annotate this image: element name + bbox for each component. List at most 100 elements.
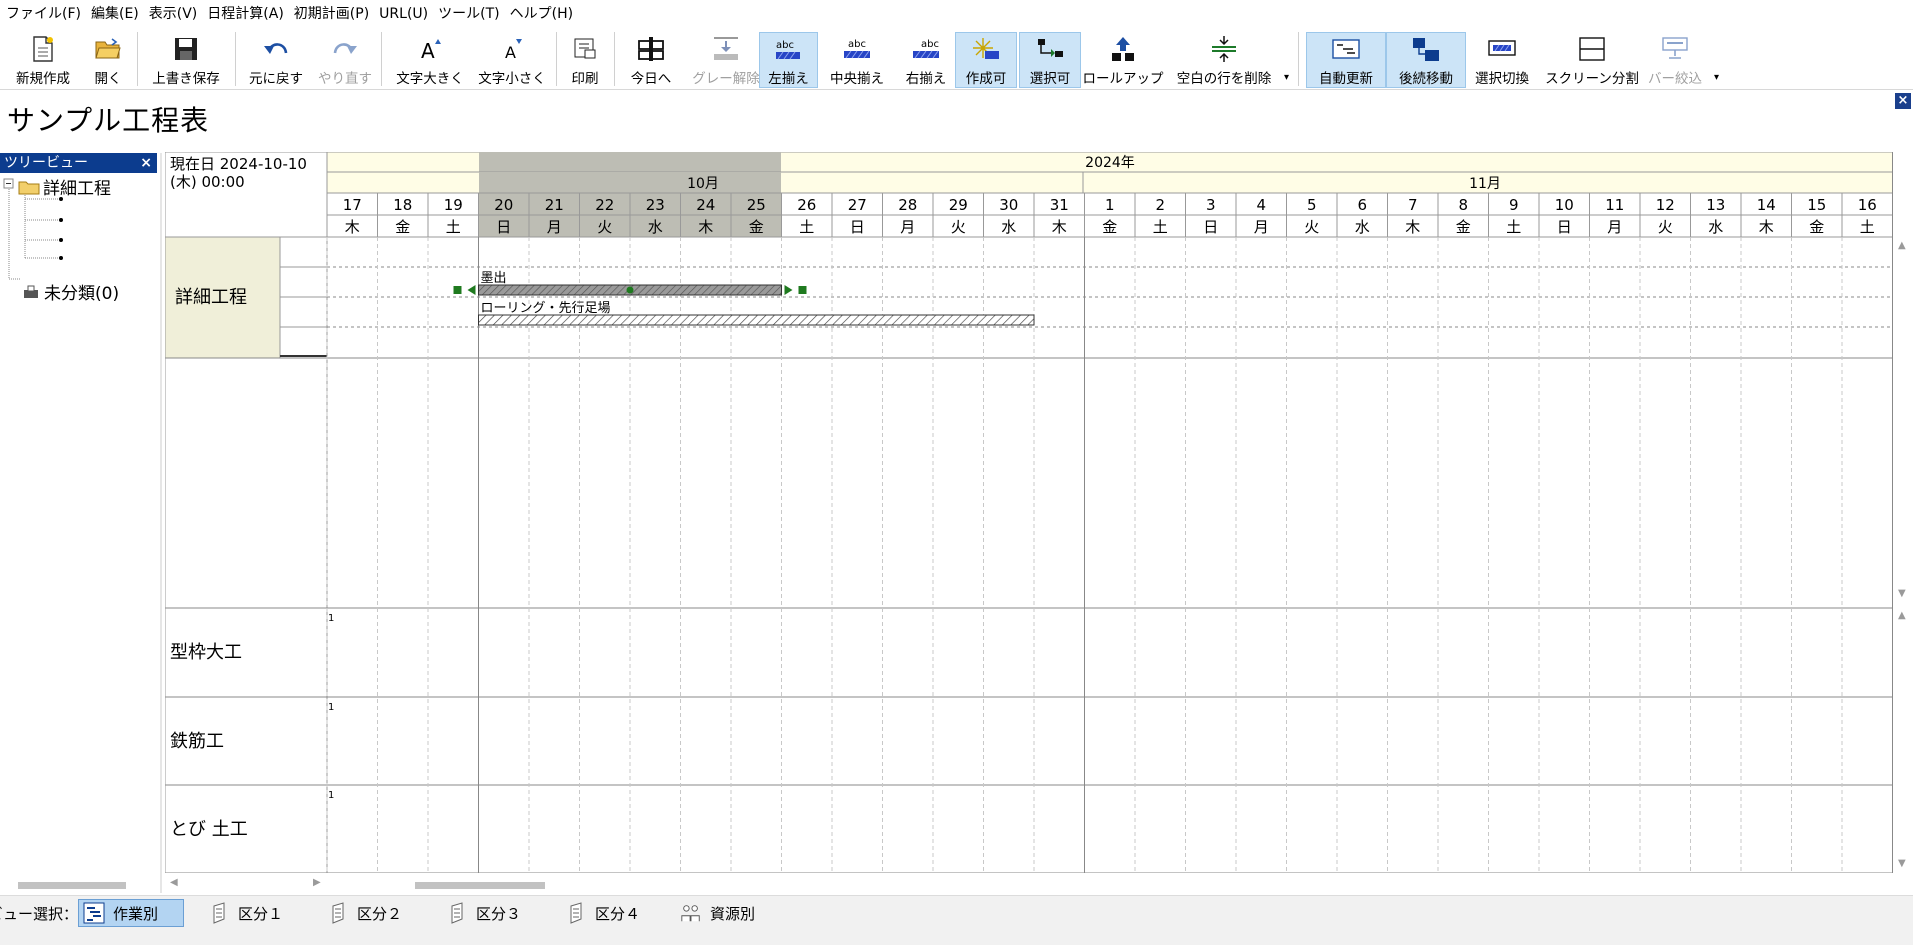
tab-category-4[interactable]: 区分４: [561, 899, 646, 927]
menu-view[interactable]: 表示(V): [147, 0, 206, 28]
follow-move-button[interactable]: 後続移動: [1386, 32, 1466, 88]
splitter[interactable]: [160, 153, 162, 893]
category-icon: [565, 902, 587, 924]
menu-initial-plan[interactable]: 初期計画(P): [292, 0, 377, 28]
tab-by-resource[interactable]: 資源別: [676, 899, 761, 927]
weekday-label: 日: [850, 218, 865, 236]
font-larger-button[interactable]: A 文字大きく: [392, 32, 468, 88]
scroll-right-icon[interactable]: ▶: [313, 877, 321, 888]
day-number: 29: [949, 196, 968, 214]
font-smaller-button[interactable]: A 文字小さく: [474, 32, 550, 88]
resource-name: 型枠大工: [170, 642, 242, 663]
create-mode-button[interactable]: 作成可: [955, 32, 1017, 88]
scroll-down-icon[interactable]: ▼: [1898, 858, 1906, 869]
menu-edit[interactable]: 編集(E): [89, 0, 147, 28]
menu-help[interactable]: ヘルプ(H): [508, 0, 581, 28]
align-center-bar-icon: abc: [841, 34, 873, 64]
task-bar[interactable]: [478, 314, 1035, 326]
print-button[interactable]: 印刷: [564, 32, 606, 88]
toolbar-overflow-icon[interactable]: ▾: [1714, 72, 1719, 83]
align-right-button[interactable]: abc 右揃え: [898, 32, 954, 88]
save-button[interactable]: 上書き保存: [145, 32, 227, 88]
menu-url[interactable]: URL(U): [377, 0, 436, 28]
auto-update-button[interactable]: 自動更新: [1306, 32, 1386, 88]
day-number: 4: [1256, 196, 1266, 214]
tab-category-2[interactable]: 区分２: [323, 899, 408, 927]
tab-by-task[interactable]: 作業別: [78, 899, 184, 927]
bar-filter-button[interactable]: バー絞込: [1644, 32, 1706, 88]
day-number: 17: [343, 196, 362, 214]
today-button[interactable]: 今日へ: [622, 32, 680, 88]
resource-name: とび 土工: [170, 819, 248, 840]
undo-button[interactable]: 元に戻す: [243, 32, 309, 88]
redo-button[interactable]: やり直す: [316, 32, 374, 88]
tab-category-1[interactable]: 区分１: [204, 899, 289, 927]
weekday-label: 土: [446, 218, 461, 236]
font-increase-icon: A: [414, 34, 446, 64]
weekday-label: 月: [1254, 218, 1269, 236]
drag-handle-icon[interactable]: [798, 286, 807, 294]
weekday-label: 火: [1304, 218, 1319, 236]
current-time: (木) 00:00: [170, 173, 245, 191]
menu-tools[interactable]: ツール(T): [436, 0, 507, 28]
weekday-label: 土: [1860, 218, 1875, 236]
uncategorized-icon: [24, 285, 38, 298]
open-button[interactable]: 開く: [88, 32, 128, 88]
menu-file[interactable]: ファイル(F): [4, 0, 89, 28]
redo-arrow-icon: [329, 34, 361, 64]
drag-handle-icon[interactable]: [453, 286, 462, 294]
toolbar-separator: [137, 32, 138, 86]
day-number: 28: [898, 196, 917, 214]
view-select-label: ビュー選択：: [0, 905, 79, 923]
delete-blank-rows-button[interactable]: 空白の行を削除: [1172, 32, 1276, 88]
weekday-label: 水: [1001, 218, 1016, 236]
svg-text:abc: abc: [921, 39, 939, 50]
gray-clear-icon: [710, 34, 742, 64]
resize-right-icon[interactable]: [784, 285, 793, 295]
rollup-button[interactable]: ロールアップ: [1083, 32, 1164, 88]
scroll-left-icon[interactable]: ◀: [170, 877, 178, 888]
tab-category-3[interactable]: 区分３: [442, 899, 527, 927]
close-icon[interactable]: ×: [1895, 93, 1911, 109]
screen-split-button[interactable]: スクリーン分割: [1545, 32, 1639, 88]
day-number: 21: [545, 196, 564, 214]
horizontal-scrollbar[interactable]: ◀ ▶: [165, 874, 1893, 894]
tree-horizontal-scrollbar[interactable]: [18, 882, 126, 889]
select-mode-button[interactable]: 選択可: [1019, 32, 1081, 88]
tree-close-icon[interactable]: ×: [140, 153, 152, 173]
horizontal-scroll-thumb[interactable]: [415, 882, 545, 889]
toolbar-separator: [556, 32, 557, 86]
day-number: 14: [1757, 196, 1776, 214]
select-switch-button[interactable]: 選択切換: [1470, 32, 1534, 88]
new-document-icon: [27, 34, 59, 64]
weekday-label: 金: [1809, 218, 1824, 236]
scroll-up-icon[interactable]: ▲: [1898, 240, 1906, 251]
vertical-scrollbar[interactable]: ▲ ▼ ▲ ▼: [1893, 236, 1913, 876]
day-number: 2: [1155, 196, 1165, 214]
day-number: 9: [1509, 196, 1519, 214]
new-button[interactable]: 新規作成: [8, 32, 78, 88]
tree-item-detail[interactable]: 詳細工程: [18, 174, 111, 199]
tree-item-uncategorized[interactable]: 未分類(0): [22, 279, 119, 304]
task-label: ローリング・先行足場: [481, 301, 611, 316]
menu-schedule-calc[interactable]: 日程計算(A): [205, 0, 292, 28]
gantt-chart: 現在日 2024-10-10 (木) 00:00 2024年 10月 11月 詳…: [165, 152, 1893, 873]
gray-clear-button[interactable]: グレー解除: [686, 32, 766, 88]
move-handle-icon[interactable]: [626, 286, 634, 294]
day-number: 3: [1206, 196, 1216, 214]
day-number: 5: [1307, 196, 1317, 214]
day-number: 12: [1656, 196, 1675, 214]
day-number: 31: [1050, 196, 1069, 214]
scroll-up-icon[interactable]: ▲: [1898, 610, 1906, 621]
current-date: 現在日 2024-10-10: [170, 155, 307, 173]
weekday-label: 木: [698, 218, 713, 236]
align-left-button[interactable]: abc 左揃え: [759, 32, 818, 88]
compress-rows-icon: [1208, 34, 1240, 64]
year-label: 2024年: [1085, 155, 1135, 171]
align-center-button[interactable]: abc 中央揃え: [824, 32, 890, 88]
month-nov-label: 11月: [1469, 176, 1501, 192]
scroll-down-icon[interactable]: ▼: [1898, 588, 1906, 599]
resize-left-icon[interactable]: [467, 285, 476, 295]
toolbar-overflow-icon[interactable]: ▾: [1284, 72, 1289, 83]
toolbar-separator: [1298, 32, 1299, 86]
